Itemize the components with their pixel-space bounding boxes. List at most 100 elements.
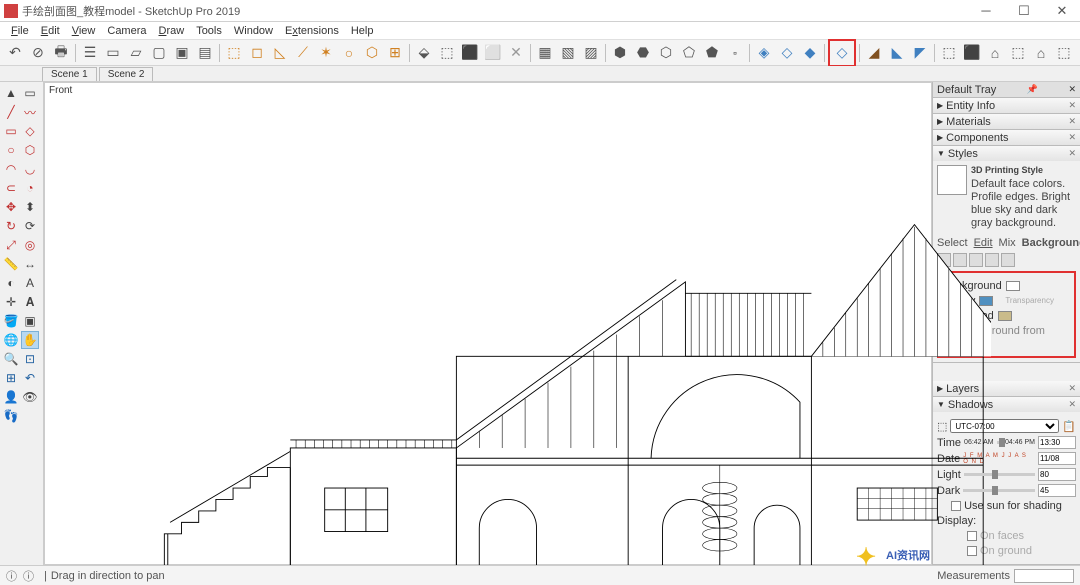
section-tool[interactable]: ▣ bbox=[21, 312, 39, 330]
right-icon[interactable]: ⟋ bbox=[292, 42, 314, 64]
rotated-rect-tool[interactable]: ◇ bbox=[21, 122, 39, 140]
solid-4-icon[interactable]: ⬠ bbox=[678, 42, 700, 64]
print-icon[interactable]: 🖶 bbox=[50, 42, 72, 64]
scene-tab-2[interactable]: Scene 2 bbox=[99, 67, 154, 81]
menu-view[interactable]: View bbox=[67, 24, 101, 38]
pie-tool[interactable]: ◔ bbox=[21, 179, 39, 197]
menu-extensions[interactable]: Extensions bbox=[280, 24, 344, 38]
move-tool[interactable]: ✥ bbox=[2, 198, 20, 216]
light-input[interactable] bbox=[1038, 468, 1076, 481]
protractor-tool[interactable]: ◐ bbox=[2, 274, 20, 292]
section-cut-icon[interactable]: ⬛ bbox=[459, 42, 481, 64]
group-icon[interactable]: ▦ bbox=[534, 42, 556, 64]
style-tab-mix[interactable]: Mix bbox=[999, 237, 1016, 249]
shaded-textures-icon[interactable]: ▣ bbox=[171, 42, 193, 64]
menu-edit[interactable]: Edit bbox=[36, 24, 65, 38]
select-tool[interactable]: ▲ bbox=[2, 84, 20, 102]
arc-tool[interactable]: ◠ bbox=[2, 160, 20, 178]
wireframe-icon[interactable]: ▭ bbox=[102, 42, 124, 64]
sandbox-3-icon[interactable]: ◤ bbox=[909, 42, 931, 64]
hidden-line-icon[interactable]: ▱ bbox=[125, 42, 147, 64]
time-slider[interactable] bbox=[997, 441, 1002, 444]
orbit-tool[interactable]: 🌐 bbox=[2, 331, 20, 349]
viewport[interactable]: Front bbox=[44, 82, 932, 565]
warehouse-5-icon[interactable]: ⌂ bbox=[1030, 42, 1052, 64]
rect-tool[interactable]: ▭ bbox=[2, 122, 20, 140]
dark-slider[interactable] bbox=[963, 489, 1035, 492]
panel-materials[interactable]: ▶Materials✕ bbox=[933, 114, 1080, 129]
model-info-icon[interactable]: ☰ bbox=[79, 42, 101, 64]
date-input[interactable] bbox=[1038, 452, 1076, 465]
help-icon[interactable]: ⓘ bbox=[6, 568, 17, 584]
look-around-tool[interactable]: 👁 bbox=[21, 388, 39, 406]
solid-6-icon[interactable]: ⬞ bbox=[724, 42, 746, 64]
tray-pin-icon[interactable]: 📌 bbox=[1027, 84, 1038, 95]
axes-icon[interactable]: ✕ bbox=[505, 42, 527, 64]
monochrome-icon[interactable]: ▤ bbox=[194, 42, 216, 64]
redo-icon[interactable]: ⊘ bbox=[27, 42, 49, 64]
zoom-tool[interactable]: 🔍 bbox=[2, 350, 20, 368]
measurements-input[interactable] bbox=[1014, 569, 1074, 583]
menu-help[interactable]: Help bbox=[346, 24, 379, 38]
time-input[interactable] bbox=[1038, 436, 1076, 449]
panel-entity-info[interactable]: ▶Entity Info✕ bbox=[933, 98, 1080, 113]
menu-draw[interactable]: Draw bbox=[154, 24, 190, 38]
back-icon[interactable]: ✶ bbox=[315, 42, 337, 64]
light-slider[interactable] bbox=[964, 473, 1035, 476]
scale-tool[interactable]: ⤢ bbox=[2, 236, 20, 254]
paint-tool[interactable]: 🪣 bbox=[2, 312, 20, 330]
arc2-tool[interactable]: ◡ bbox=[21, 160, 39, 178]
solid-3-icon[interactable]: ⬡ bbox=[655, 42, 677, 64]
section-icon[interactable]: ⬙ bbox=[413, 42, 435, 64]
dark-input[interactable] bbox=[1038, 484, 1076, 497]
maximize-button[interactable]: ☐ bbox=[1010, 3, 1038, 19]
solid-2-icon[interactable]: ⬣ bbox=[632, 42, 654, 64]
walk-tool[interactable]: 👣 bbox=[2, 407, 20, 425]
axes-tool[interactable]: ✛ bbox=[2, 293, 20, 311]
tape-tool[interactable]: 📏 bbox=[2, 255, 20, 273]
rotate-tool[interactable]: ↻ bbox=[2, 217, 20, 235]
shadow-details-icon[interactable]: 📋 bbox=[1062, 420, 1076, 433]
warehouse-3-icon[interactable]: ⌂ bbox=[984, 42, 1006, 64]
tag-3-icon[interactable]: ◆ bbox=[799, 42, 821, 64]
warehouse-4-icon[interactable]: ⬚ bbox=[1007, 42, 1029, 64]
tag-2-icon[interactable]: ◇ bbox=[776, 42, 798, 64]
background-color-swatch[interactable] bbox=[1006, 281, 1020, 291]
shaded-icon[interactable]: ▢ bbox=[148, 42, 170, 64]
menu-camera[interactable]: Camera bbox=[102, 24, 151, 38]
eraser-tool[interactable]: ▭ bbox=[21, 84, 39, 102]
sandbox-1-icon[interactable]: ◢ bbox=[863, 42, 885, 64]
warehouse-2-icon[interactable]: ⬛ bbox=[961, 42, 983, 64]
sandbox-2-icon[interactable]: ◣ bbox=[886, 42, 908, 64]
left-icon[interactable]: ○ bbox=[338, 42, 360, 64]
solid-5-icon[interactable]: ⬟ bbox=[701, 42, 723, 64]
pushpull-tool[interactable]: ⬍ bbox=[21, 198, 39, 216]
front-icon[interactable]: ◺ bbox=[269, 42, 291, 64]
freehand-tool[interactable]: 〰 bbox=[21, 103, 39, 121]
previous-tool[interactable]: ↶ bbox=[21, 369, 39, 387]
position-camera-tool[interactable]: 👤 bbox=[2, 388, 20, 406]
minimize-button[interactable]: ─ bbox=[972, 3, 1000, 19]
polygon-tool[interactable]: ⬡ bbox=[21, 141, 39, 159]
section-fill-icon[interactable]: ⬜ bbox=[482, 42, 504, 64]
tag-1-icon[interactable]: ◈ bbox=[753, 42, 775, 64]
dimension-tool[interactable]: ↔ bbox=[21, 255, 39, 273]
iso-icon[interactable]: ⬚ bbox=[223, 42, 245, 64]
tray-close-icon[interactable]: ✕ bbox=[1068, 84, 1076, 95]
line-tool[interactable]: ╱ bbox=[2, 103, 20, 121]
section-display-icon[interactable]: ⬚ bbox=[436, 42, 458, 64]
style-highlighted-icon[interactable]: ◇ bbox=[831, 42, 853, 64]
zoom-extents-tool[interactable]: ⊞ bbox=[2, 369, 20, 387]
component-icon[interactable]: ▧ bbox=[557, 42, 579, 64]
warehouse-6-icon[interactable]: ⬚ bbox=[1053, 42, 1075, 64]
modeling-settings-icon[interactable] bbox=[1001, 253, 1015, 267]
text-tool[interactable]: A bbox=[21, 274, 39, 292]
offset-tool[interactable]: ◎ bbox=[21, 236, 39, 254]
pan-tool[interactable]: ✋ bbox=[21, 331, 39, 349]
warehouse-1-icon[interactable]: ⬚ bbox=[938, 42, 960, 64]
arc3-tool[interactable]: ⊂ bbox=[2, 179, 20, 197]
close-button[interactable]: ✕ bbox=[1048, 3, 1076, 19]
3dtext-tool[interactable]: 𝐀 bbox=[21, 293, 39, 311]
position-icon[interactable]: ⬡ bbox=[361, 42, 383, 64]
menu-window[interactable]: Window bbox=[229, 24, 278, 38]
